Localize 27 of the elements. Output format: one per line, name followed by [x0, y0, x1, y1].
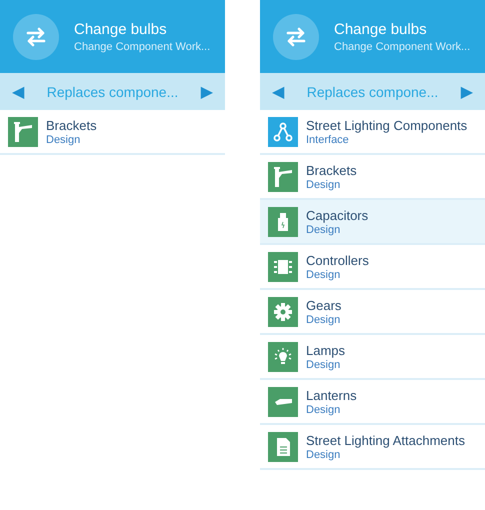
item-type: Design — [306, 448, 342, 460]
header-subtitle: Change Component Work... — [334, 40, 470, 52]
item-name: Gears — [306, 298, 342, 312]
item-name: Lamps — [306, 342, 346, 358]
list-item[interactable]: Capacitors Design — [260, 200, 485, 245]
swap-arrows-icon[interactable] — [13, 14, 59, 60]
item-name: Brackets — [306, 162, 357, 178]
item-name: Street Lighting Components — [306, 118, 468, 132]
item-name: Brackets — [46, 118, 97, 132]
item-type: Design — [306, 224, 342, 236]
nav-label: Replaces compone... — [46, 84, 178, 100]
swap-arrows-icon[interactable] — [273, 14, 319, 60]
item-type: Design — [306, 268, 342, 280]
item-name: Capacitors — [306, 208, 368, 222]
header-subtitle: Change Component Work... — [74, 40, 210, 52]
header-title: Change bulbs — [74, 20, 168, 38]
item-name: Street Lighting Attachments — [306, 432, 465, 448]
item-type: Design — [306, 358, 342, 370]
item-type: Design — [306, 178, 342, 190]
item-type: Design — [306, 314, 342, 326]
item-type: Design — [46, 134, 82, 146]
item-type: Design — [306, 404, 342, 416]
header-title: Change bulbs — [334, 20, 428, 38]
item-type: Interface — [306, 134, 350, 146]
item-name: Controllers — [306, 252, 369, 268]
nav-label: Replaces compone... — [306, 84, 438, 100]
item-name: Lanterns — [306, 388, 357, 402]
